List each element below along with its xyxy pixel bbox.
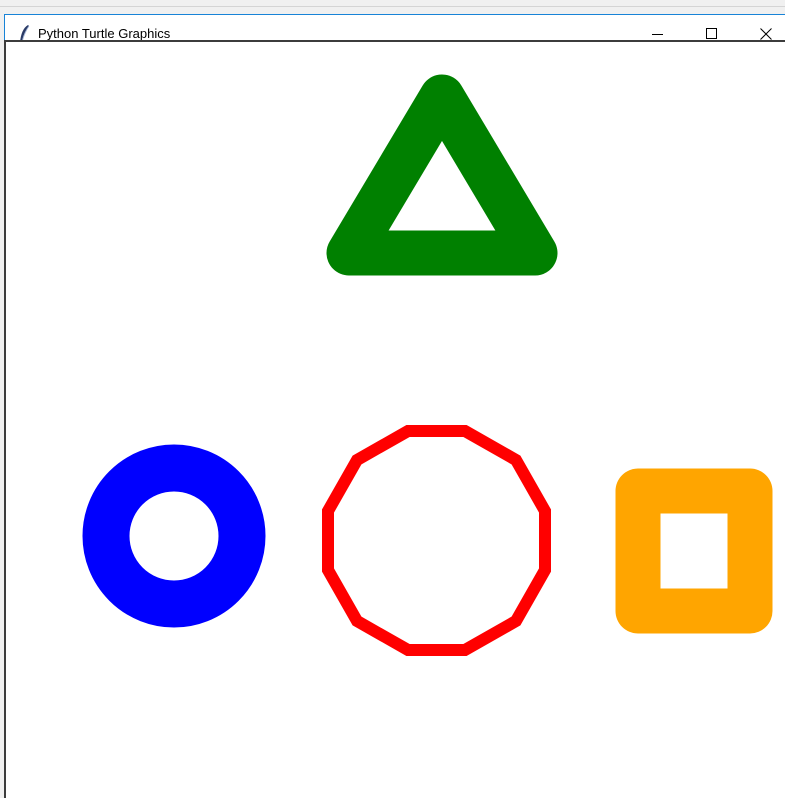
maximize-icon bbox=[706, 28, 717, 39]
window-title: Python Turtle Graphics bbox=[38, 26, 171, 41]
blue-circle bbox=[82, 444, 266, 628]
minimize-icon bbox=[652, 34, 663, 35]
close-icon bbox=[760, 28, 772, 40]
orange-square bbox=[615, 468, 773, 634]
desktop: Python Turtle Graphics bbox=[0, 0, 785, 798]
drawing-surface bbox=[82, 74, 773, 656]
green-triangle bbox=[326, 74, 558, 276]
turtle-canvas[interactable] bbox=[4, 40, 785, 798]
red-dodecagon bbox=[322, 425, 551, 656]
top-strip bbox=[0, 0, 785, 7]
